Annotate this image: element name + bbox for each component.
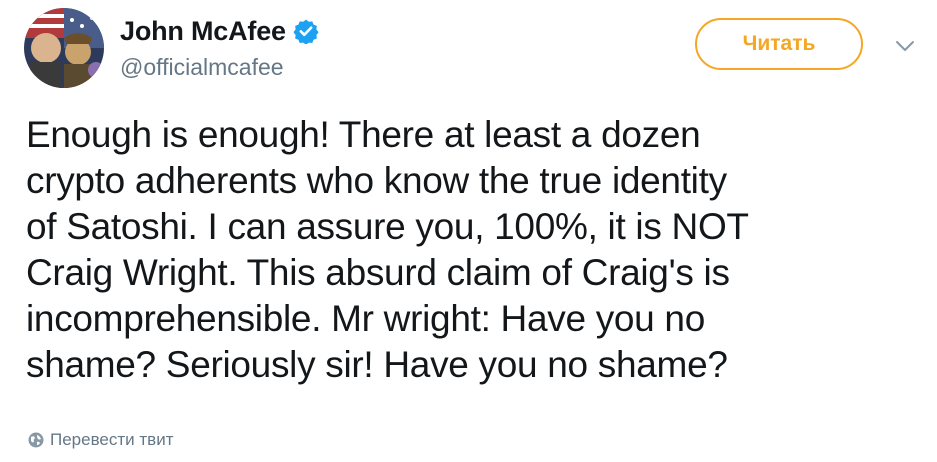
name-row: John McAfee (120, 14, 319, 48)
globe-icon (28, 432, 44, 448)
tweet-card: John McAfee @officialmcafee Читать Enoug… (0, 0, 937, 462)
translate-label: Перевести твит (50, 430, 174, 449)
tweet-text: Enough is enough! There at least a dozen… (26, 114, 749, 385)
handle[interactable]: @officialmcafee (120, 54, 319, 81)
verified-badge-icon (293, 18, 319, 45)
avatar[interactable] (24, 8, 104, 88)
follow-button[interactable]: Читать (695, 18, 863, 70)
author-info: John McAfee @officialmcafee (120, 14, 319, 81)
translate-tweet-link[interactable]: Перевести твит (28, 430, 173, 450)
avatar-image (24, 8, 104, 88)
display-name[interactable]: John McAfee (120, 16, 286, 47)
chevron-down-icon[interactable] (894, 38, 916, 54)
